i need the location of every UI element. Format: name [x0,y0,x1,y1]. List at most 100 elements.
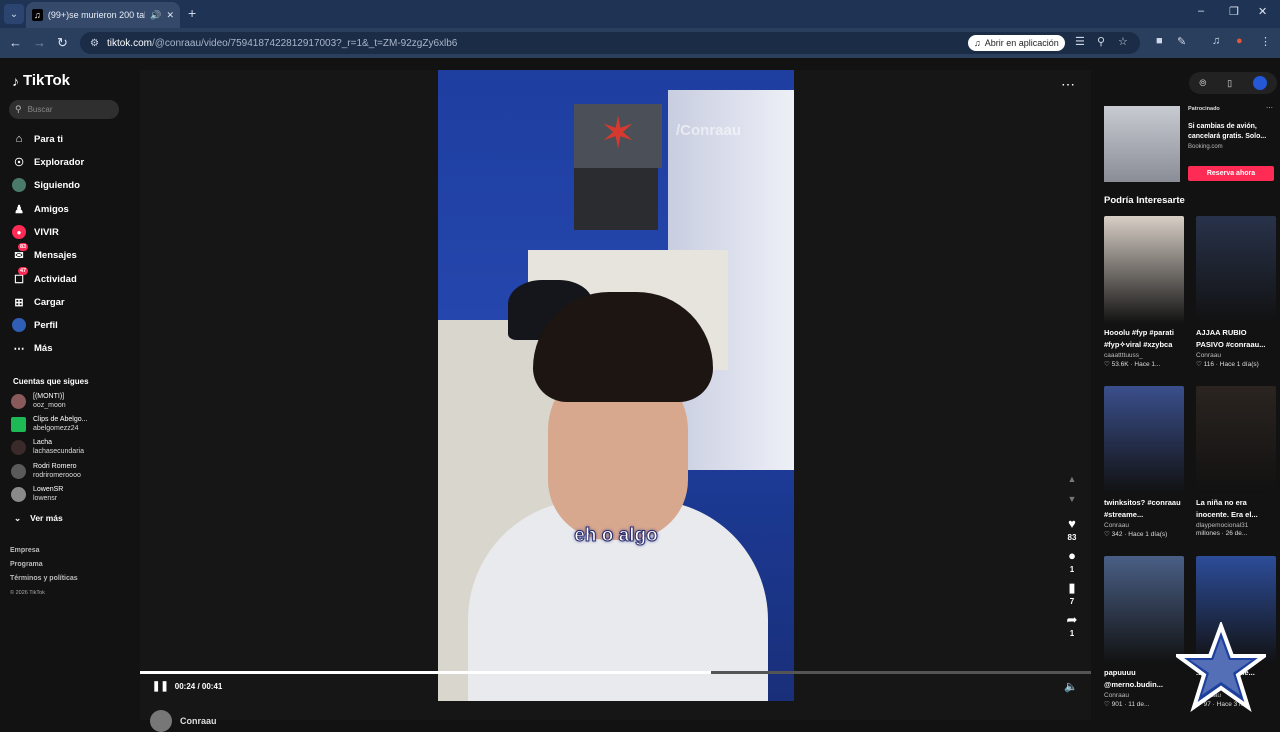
bookmark-star-icon[interactable]: ☆ [1118,35,1128,48]
footer-terms-link[interactable]: Términos y políticas [10,575,78,582]
nav-siguiendo[interactable]: Siguiendo [12,176,80,194]
following-account[interactable]: Rodri Romero rodriromeroooo [11,463,81,480]
footer-empresa-link[interactable]: Empresa [10,547,40,554]
player-options-pill: ⦾ ▯ [1189,72,1277,94]
more-options-icon[interactable]: ⋯ [1061,76,1075,93]
copyright: © 2026 TikTok [10,590,45,596]
video-author: dlaypemocional31 [1196,522,1249,529]
media-control-icon[interactable]: ♫ [1212,35,1220,47]
share-action[interactable]: ➦ 1 [1067,612,1078,642]
following-section-title: Cuentas que sigues [13,377,89,386]
profile-avatar-icon[interactable]: ● [1236,35,1243,47]
translate-icon[interactable]: ☰ [1075,35,1085,48]
device-icon[interactable]: ▯ [1227,78,1232,89]
following-account[interactable]: Clips de Abelgo... abelgomezz24 [11,416,87,433]
video-progress-fill [140,671,711,674]
nav-explorador[interactable]: ☉ Explorador [12,153,84,171]
forward-icon[interactable]: → [33,35,46,50]
avatar [11,487,26,502]
new-tab-icon[interactable]: + [188,5,196,21]
ad-options-icon[interactable]: ⋯ [1266,104,1273,112]
sponsored-ad[interactable]: Patrocinado ⋯ Si cambias de avión, canc… [1104,104,1276,184]
chevron-down-icon[interactable]: ▼ [1068,494,1077,514]
comment-icon: ● [1068,548,1076,563]
recommended-video[interactable]: twinksitos? #conraau #streame... Conraau… [1104,386,1184,538]
like-action[interactable]: ♥ 83 [1068,516,1077,546]
author-strip[interactable]: Conraau [150,710,217,732]
zoom-icon[interactable]: ⚲ [1097,35,1105,48]
nav-actividad[interactable]: ☐ 47 Actividad [12,267,77,288]
video-frame[interactable]: ✶ /Conraau eh o algo [438,70,794,701]
tiktok-favicon-icon: ♫ [32,9,43,21]
browser-tab-bar: ⌄ ♫ (99+)se murieron 200 talá 🔊 ✕ + – ❐… [0,0,1280,28]
video-title: La niña no era inocente. Era el... [1196,498,1258,519]
ad-cta-button[interactable]: Reserva ahora [1188,166,1274,181]
following-account[interactable]: [(MONTI)] ooz_moon [11,393,66,410]
browser-menu-icon[interactable]: ⋮ [1260,35,1271,48]
video-meta: millones · 26 de... [1196,530,1248,537]
recommended-video[interactable]: AJJAA RUBIO PASIVO #conraau... Conraau ♡… [1196,216,1276,368]
video-thumbnail [1196,216,1276,324]
video-meta: ♡ 53.6K · Hace 1... [1104,361,1161,368]
nav-perfil[interactable]: Perfil [12,316,58,334]
volume-icon[interactable]: 🔈 [1064,680,1078,693]
avatar [11,464,26,479]
close-window-icon[interactable]: ✕ [1258,5,1267,18]
tab-title: (99+)se murieron 200 talá [47,10,146,20]
speaker-icon[interactable]: 🔊 [150,10,161,21]
video-progress-bar[interactable] [140,671,1091,674]
video-author: Conraau [1104,522,1129,529]
messages-icon: ✉ 83 [14,243,29,262]
save-action[interactable]: ▮ 7 [1068,580,1075,610]
reload-icon[interactable]: ↻ [57,35,68,51]
pause-icon[interactable]: ❚❚ [152,681,169,692]
video-shoebox-top: ✶ [574,104,662,168]
restore-icon[interactable]: ❐ [1229,5,1239,18]
chevron-up-icon[interactable]: ▲ [1068,474,1077,494]
video-shoebox-bottom [574,168,658,230]
search-box[interactable]: ⚲ [9,100,119,119]
nav-amigos[interactable]: ♟ Amigos [12,200,69,218]
save-count: 7 [1069,597,1075,606]
activity-icon: ☐ 47 [14,267,29,286]
tiktok-logo-icon: ♪ [12,72,19,89]
recommended-video[interactable]: papuuuu @merno.budin... Conraau ♡ 901 · … [1104,556,1184,708]
url-text: tiktok.com/@conraau/video/75941874228129… [106,37,458,49]
video-thumbnail [1104,556,1184,664]
more-icon: ⋯ [13,342,25,355]
video-meta: ♡ 342 · Hace 1 día(s) [1104,531,1168,538]
tab-search-button[interactable]: ⌄ [4,4,24,24]
open-in-app-button[interactable]: ♫ Abrir en aplicación [968,35,1065,51]
video-title: papuuuu @merno.budin... [1104,668,1163,689]
footer-programa-link[interactable]: Programa [10,561,43,568]
search-input[interactable] [27,105,108,114]
share-icon: ➦ [1066,612,1078,627]
site-info-icon[interactable]: ⚙ [90,38,99,49]
nav-mensajes[interactable]: ✉ 83 Mensajes [12,243,77,264]
activity-badge: 47 [18,267,29,275]
back-icon[interactable]: ← [9,35,22,50]
see-more-link[interactable]: ⌄ Ver más [14,513,63,524]
nav-mas[interactable]: ⋯ Más [12,339,53,357]
account-avatar[interactable] [1252,76,1267,90]
browser-tab[interactable]: ♫ (99+)se murieron 200 talá 🔊 ✕ [26,2,180,28]
recommendations-panel: ⦾ ▯ Patrocinado ⋯ Si cambias de avión, … [1091,58,1280,720]
video-author: caaattttuuss_ [1104,352,1143,359]
nav-para-ti[interactable]: ⌂ Para ti [12,130,63,148]
nav-vivir[interactable]: ● VIVIR [12,223,59,241]
nav-cargar[interactable]: ⊞ Cargar [12,293,64,311]
extensions-puzzle-icon[interactable]: ✎ [1177,35,1186,48]
tiktok-sidebar: ♪ TikTok ⚲ ⌂ Para ti ☉ Explorador Siguie… [0,58,140,720]
tiktok-logo[interactable]: ♪ TikTok [12,72,70,89]
recommended-video[interactable]: La niña no era inocente. Era el... dlay… [1196,386,1276,537]
autoscroll-icon[interactable]: ⦾ [1199,78,1206,89]
recommended-video[interactable]: Hooolu #fyp #parati #fyp✧viral #xzybca c… [1104,216,1184,368]
close-tab-icon[interactable]: ✕ [166,10,174,21]
ad-domain: Booking.com [1188,144,1223,150]
video-title: Hooolu #fyp #parati #fyp✧viral #xzybca [1104,328,1175,349]
following-account[interactable]: LowenSR lowensr [11,486,63,503]
following-account[interactable]: Lacha lachasecundaria [11,439,84,456]
extension-icon[interactable]: ■ [1156,35,1163,47]
minimize-icon[interactable]: – [1198,5,1204,17]
comment-action[interactable]: ● 1 [1068,548,1076,578]
